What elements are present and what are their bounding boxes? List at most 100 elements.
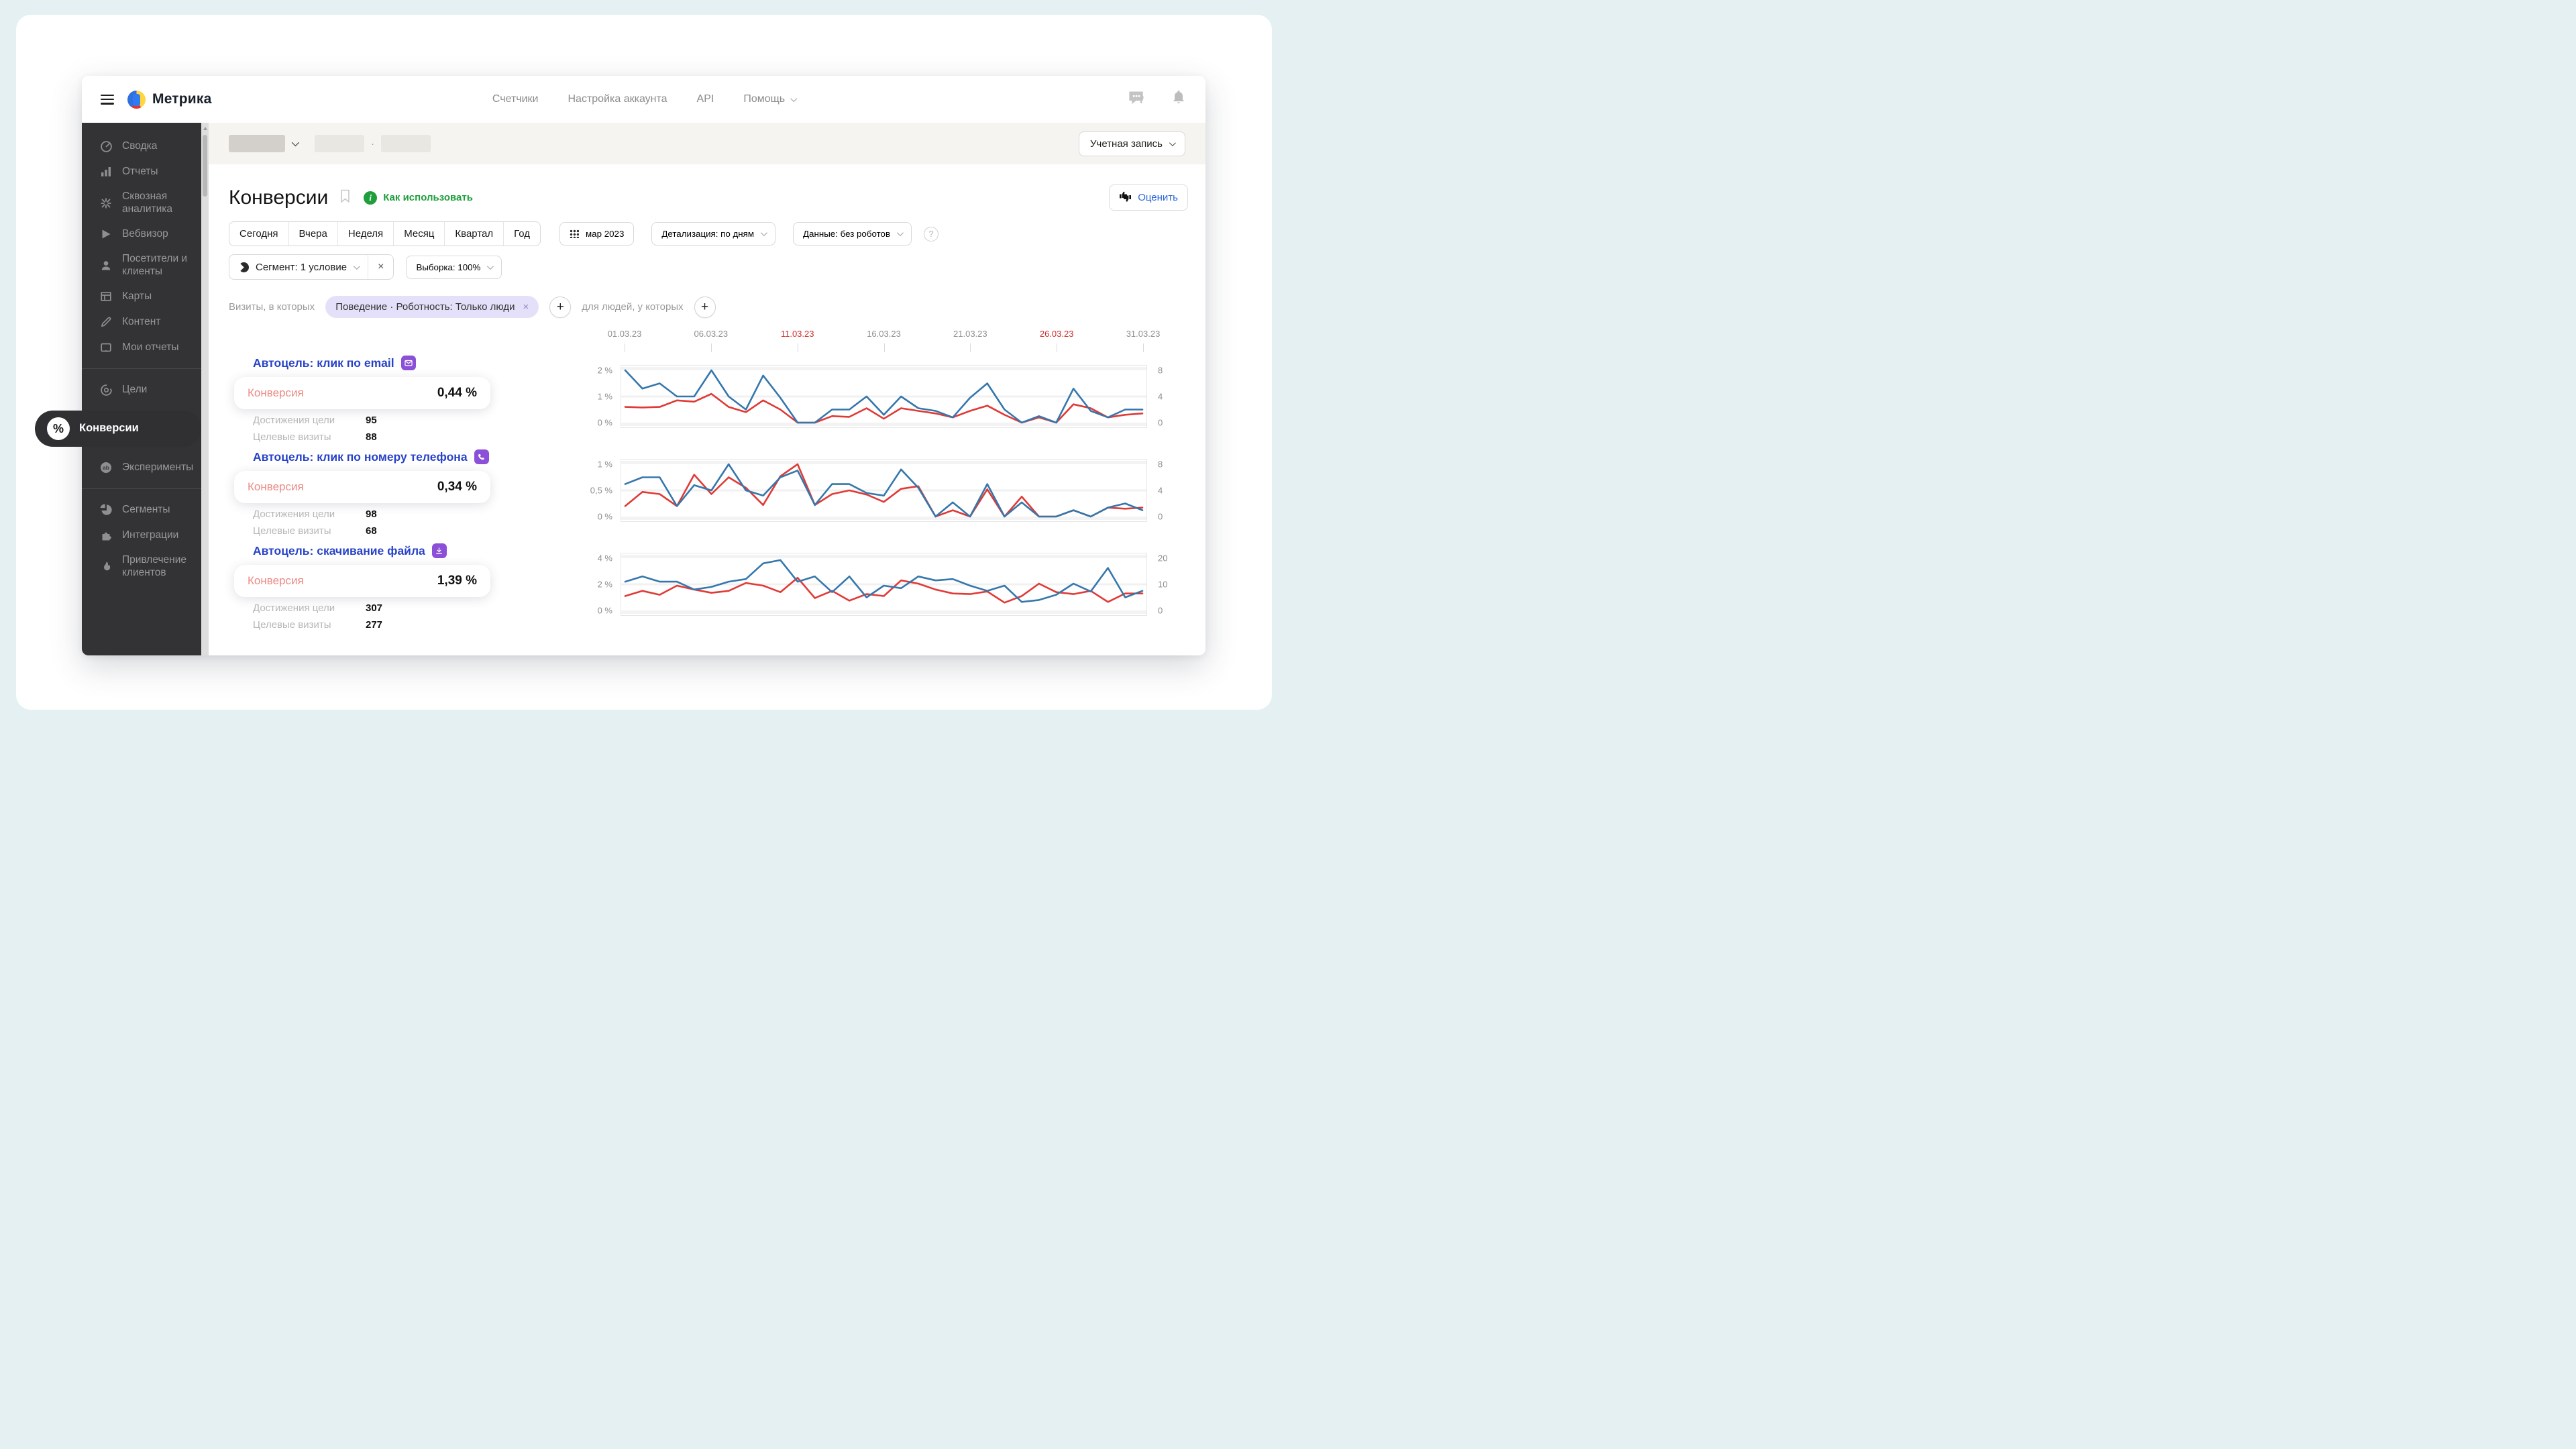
nav-counters[interactable]: Счетчики: [492, 93, 539, 105]
charts-section: 01.03.23 06.03.23 11.03.23 16.03.23 21.03.23…: [229, 327, 1188, 631]
data-mode-button[interactable]: Данные: без роботов: [793, 222, 912, 246]
pencil-icon: [99, 315, 113, 329]
metrika-logo-icon[interactable]: [127, 90, 146, 109]
conversion-plot: [621, 365, 1147, 428]
period-segmented-control: Сегодня Вчера Неделя Месяц Квартал Год: [229, 221, 541, 246]
add-visit-condition-button[interactable]: [549, 296, 572, 318]
y-axis-left-label: 1 %: [597, 391, 612, 402]
info-icon: [364, 191, 378, 205]
help-question-icon[interactable]: [924, 226, 939, 241]
conversion-plot: [621, 553, 1147, 616]
scrollbar-thumb[interactable]: [203, 135, 207, 197]
sidebar-item-summary[interactable]: Сводка: [82, 133, 201, 159]
chip-remove-icon[interactable]: [523, 301, 529, 313]
nav-help[interactable]: Помощь: [743, 93, 798, 105]
period-month[interactable]: Месяц: [394, 222, 445, 246]
add-people-condition-button[interactable]: [694, 296, 716, 318]
conversion-card: Конверсия 0,44 %: [234, 377, 490, 409]
stat-row: Достижения цели 98: [253, 508, 377, 520]
y-axis-left-label: 2 %: [597, 365, 612, 376]
segment-clear-icon[interactable]: [368, 255, 393, 279]
people-condition-label: для людей, у которых: [582, 301, 684, 313]
sidebar-item-experiments[interactable]: ab Эксперименты: [82, 455, 201, 480]
thumbs-rate-icon: [1119, 191, 1132, 205]
conversion-value: 1,39 %: [437, 574, 477, 588]
sidebar-item-my-reports[interactable]: Мои отчеты: [82, 335, 201, 360]
goal-row-download: Автоцель: скачивание файла Конверсия 1,3…: [229, 543, 1188, 631]
y-axis-right-label: 8: [1158, 459, 1163, 470]
sidebar-item-conversions[interactable]: % Конверсии: [35, 411, 201, 447]
sidebar-item-visitors[interactable]: Посетители и клиенты: [82, 247, 201, 284]
goal-title-link[interactable]: Автоцель: скачивание файла: [234, 543, 621, 558]
person-icon: [99, 259, 113, 272]
period-year[interactable]: Год: [504, 222, 540, 246]
bookmark-icon[interactable]: [339, 189, 352, 207]
date-tick-label: 11.03.23: [780, 329, 814, 339]
sidebar-item-content[interactable]: Контент: [82, 309, 201, 335]
nav-api[interactable]: API: [697, 93, 714, 105]
segment-pie-icon: [239, 262, 249, 272]
counter-selector-redacted[interactable]: [229, 135, 285, 152]
goal-row-email: Автоцель: клик по email Конверсия 0,44 %: [229, 356, 1188, 443]
period-quarter[interactable]: Квартал: [445, 222, 504, 246]
bar-chart-icon: [99, 165, 113, 178]
goal-row-phone: Автоцель: клик по номеру телефона Конвер…: [229, 449, 1188, 537]
goal-title-link[interactable]: Автоцель: клик по номеру телефона: [234, 449, 621, 464]
stat-row: Целевые визиты 68: [253, 525, 377, 537]
dashboard-gauge-icon: [99, 140, 113, 153]
account-button[interactable]: Учетная запись: [1078, 131, 1185, 156]
detail-level-button[interactable]: Детализация: по дням: [651, 222, 776, 246]
email-icon: [400, 356, 416, 370]
period-today[interactable]: Сегодня: [229, 222, 289, 246]
sidebar-divider: [82, 488, 201, 490]
y-axis-right-label: 4: [1158, 485, 1163, 496]
y-axis-right-label: 4: [1158, 391, 1163, 402]
y-axis-left-label: 4 %: [597, 553, 612, 564]
date-tick-label: 16.03.23: [867, 329, 901, 339]
sidebar-scrollbar[interactable]: [201, 123, 209, 655]
goal-title-link[interactable]: Автоцель: клик по email: [234, 356, 621, 370]
flame-icon: [99, 560, 113, 574]
sidebar-item-cross-analytics[interactable]: Сквозная аналитика: [82, 184, 201, 221]
chevron-down-icon: [291, 138, 300, 147]
y-axis-left-label: 0,5 %: [590, 485, 612, 496]
date-tick-mark: [970, 343, 971, 352]
sidebar-item-client-acquisition[interactable]: Привлечение клиентов: [82, 548, 201, 585]
sidebar-item-maps[interactable]: Карты: [82, 284, 201, 309]
content-area: Конверсии Как использовать Оценить: [209, 164, 1205, 637]
sampling-button[interactable]: Выборка: 100%: [406, 255, 502, 279]
y-axis-right-label: 0: [1158, 605, 1163, 616]
date-tick-label: 06.03.23: [694, 329, 729, 339]
date-tick-mark: [883, 343, 885, 352]
rate-button[interactable]: Оценить: [1109, 184, 1188, 211]
how-to-use-link[interactable]: Как использовать: [364, 191, 473, 205]
sidebar-item-segments[interactable]: Сегменты: [82, 497, 201, 523]
period-week[interactable]: Неделя: [338, 222, 394, 246]
sidebar-divider: [82, 368, 201, 370]
sidebar-item-reports[interactable]: Отчеты: [82, 159, 201, 184]
notifications-bell-icon[interactable]: [1171, 89, 1187, 110]
sidebar-item-integrations[interactable]: Интеграции: [82, 523, 201, 548]
page-title: Конверсии: [229, 186, 329, 209]
brand-title: Метрика: [152, 91, 212, 107]
date-tick-label: 01.03.23: [607, 329, 642, 339]
feedback-chat-icon[interactable]: [1127, 89, 1145, 110]
stat-row: Достижения цели 95: [253, 415, 377, 426]
nav-account-settings[interactable]: Настройка аккаунта: [568, 93, 667, 105]
segment-button[interactable]: Сегмент: 1 условие: [229, 256, 368, 279]
header-nav: Счетчики Настройка аккаунта API Помощь: [492, 93, 798, 105]
crumb-separator: ·: [371, 138, 374, 150]
period-yesterday[interactable]: Вчера: [289, 222, 338, 246]
pie-chart-icon: [99, 503, 113, 517]
counter-domain-redacted: [381, 135, 431, 152]
segment-chip-robots[interactable]: Поведение · Роботность: Только люди: [325, 296, 539, 318]
phone-icon: [474, 449, 489, 464]
date-range-button[interactable]: мар 2023: [559, 222, 635, 246]
y-axis-right-label: 10: [1158, 579, 1168, 590]
hamburger-menu-icon[interactable]: [101, 94, 114, 105]
plot-wrap: 4 % 2 % 0 % 20 10 0: [598, 553, 1167, 631]
sidebar-item-goals[interactable]: Цели: [82, 377, 201, 402]
sidebar-item-webvisor[interactable]: Вебвизор: [82, 221, 201, 247]
main-panel: · Учетная запись Конверсии Как исполь: [209, 123, 1205, 655]
app-header: Метрика Счетчики Настройка аккаунта API …: [82, 76, 1205, 123]
